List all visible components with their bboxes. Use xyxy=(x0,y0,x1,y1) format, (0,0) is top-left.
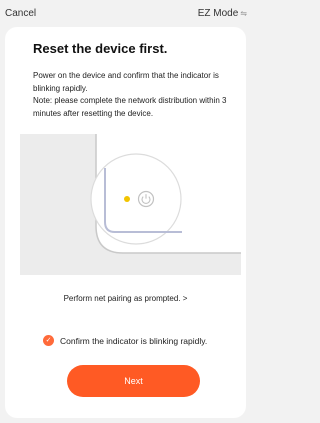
next-button[interactable]: Next xyxy=(67,365,200,397)
pairing-prompt-link[interactable]: Perform net pairing as prompted. > xyxy=(5,294,246,303)
reset-card: Reset the device first. Power on the dev… xyxy=(5,27,246,418)
device-illustration xyxy=(20,134,241,275)
swap-arrows-icon: ⇋ xyxy=(240,8,247,18)
instructions: Power on the device and confirm that the… xyxy=(33,70,241,120)
power-button-icon xyxy=(137,190,155,208)
indicator-light-icon xyxy=(124,196,130,202)
ez-mode-label: EZ Mode xyxy=(197,7,239,19)
instruction-note: Note: please complete the network distri… xyxy=(33,96,227,118)
confirm-checkbox[interactable]: ✓ Confirm the indicator is blinking rapi… xyxy=(43,335,207,346)
ez-mode-switch[interactable]: EZ Mode ⇋ xyxy=(198,8,247,19)
confirm-label: Confirm the indicator is blinking rapidl… xyxy=(60,335,208,346)
checkmark-icon: ✓ xyxy=(43,335,54,346)
instruction-line-1: Power on the device and confirm that the… xyxy=(33,71,219,93)
page-title: Reset the device first. xyxy=(33,41,168,56)
cancel-button[interactable]: Cancel xyxy=(5,8,36,19)
device-drawing xyxy=(90,134,241,254)
top-bar: Cancel EZ Mode ⇋ xyxy=(0,0,253,26)
